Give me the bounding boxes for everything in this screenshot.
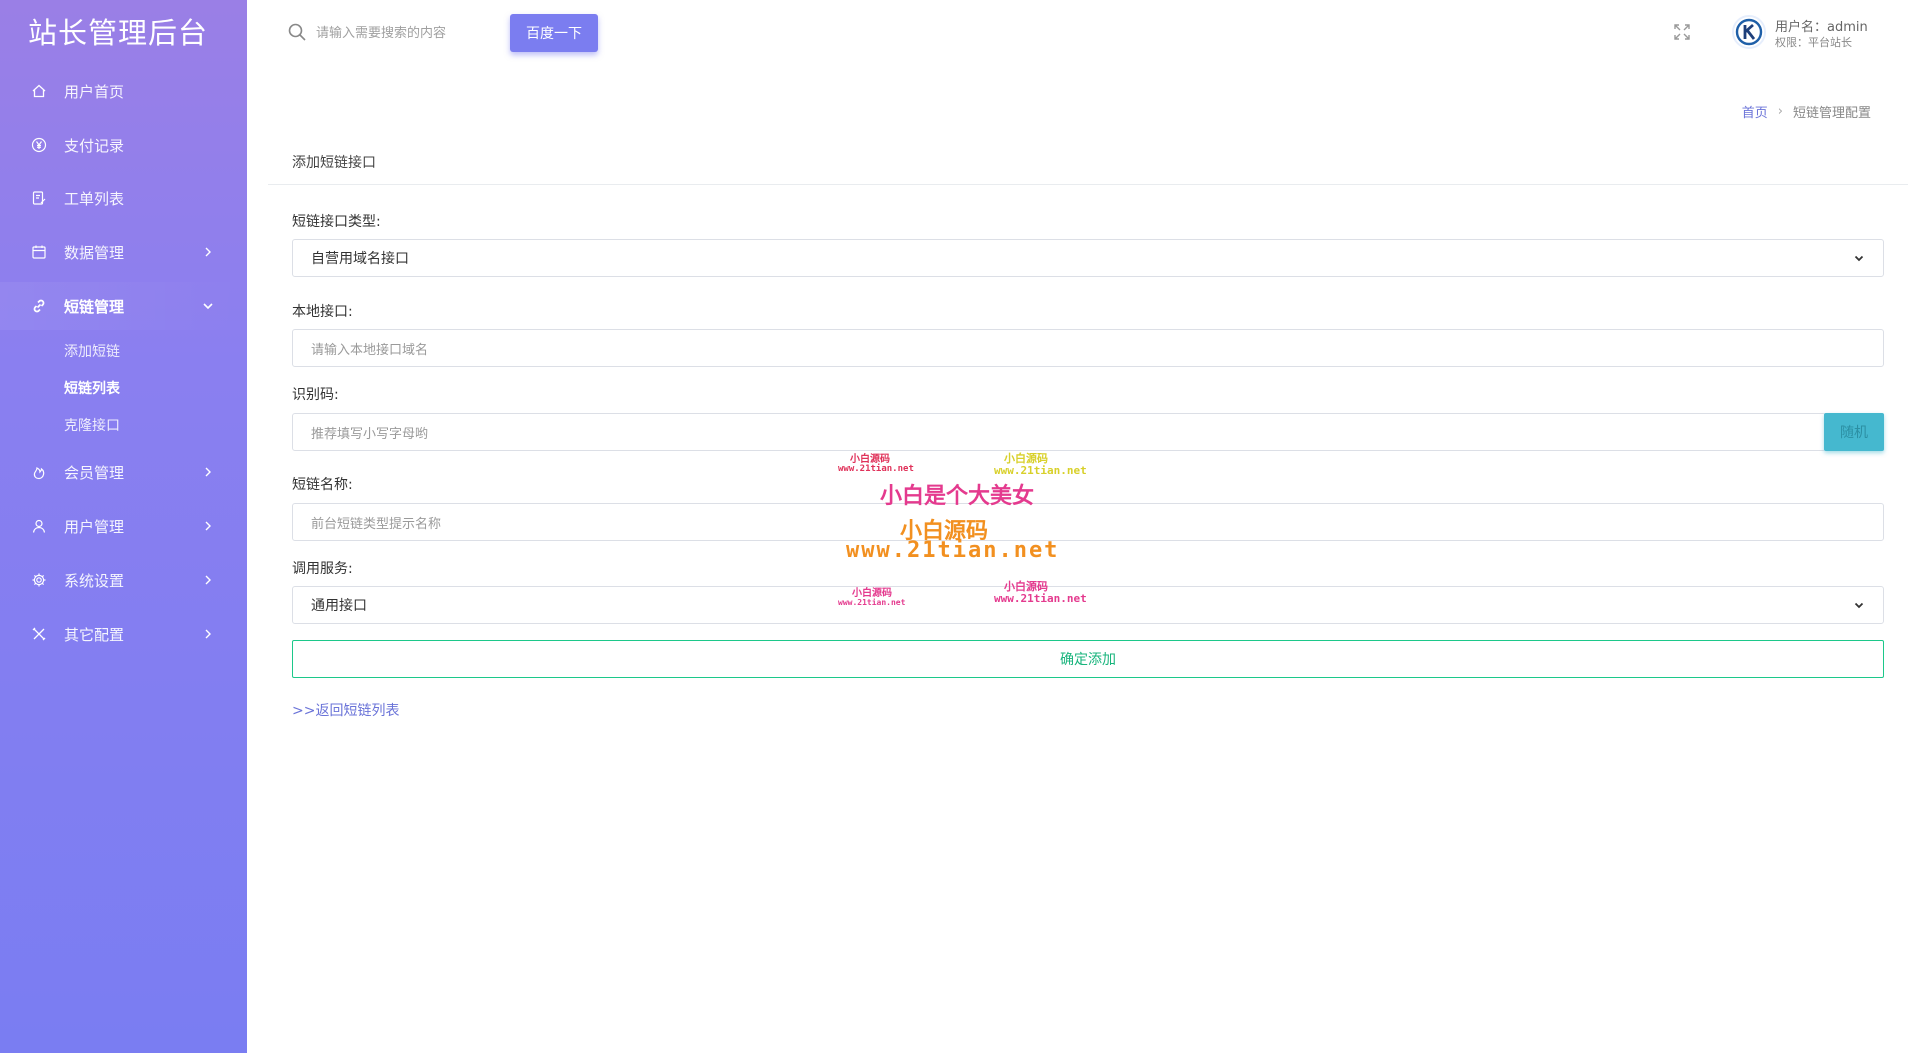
- breadcrumb-current: 短链管理配置: [1792, 106, 1871, 121]
- gear-icon: [30, 571, 48, 589]
- code-label: 识别码:: [292, 387, 339, 403]
- sidebar-subitem-shortlink-list[interactable]: 短链列表: [64, 378, 120, 398]
- calendar-icon: [30, 243, 48, 261]
- sidebar-item-label: 数据管理: [64, 243, 125, 262]
- type-select-value: 自营用域名接口: [311, 251, 409, 267]
- user-name: 用户名：admin: [1775, 20, 1868, 35]
- code-input[interactable]: 推荐填写小写字母哟: [292, 413, 1826, 451]
- watermark-small-url: www.21tian.net: [838, 464, 914, 474]
- sidebar-item-data[interactable]: 数据管理: [0, 228, 247, 276]
- avatar[interactable]: [1732, 15, 1766, 49]
- link-icon: [30, 297, 48, 315]
- user-icon: [30, 517, 48, 535]
- fire-icon: [30, 463, 48, 481]
- chevron-right-icon: [205, 247, 211, 257]
- service-select[interactable]: 通用接口: [292, 586, 1884, 624]
- sidebar-item-label: 用户管理: [64, 517, 125, 536]
- chevron-right-icon: [205, 521, 211, 531]
- chevron-right-icon: [205, 575, 211, 585]
- sidebar-item-label: 其它配置: [64, 625, 125, 644]
- search-button[interactable]: 百度一下: [510, 14, 598, 52]
- breadcrumb-separator: ›: [1777, 104, 1783, 119]
- chevron-down-icon: [203, 303, 213, 310]
- sidebar-item-shortlink[interactable]: 短链管理: [0, 282, 247, 330]
- sidebar-item-other-config[interactable]: 其它配置: [0, 610, 247, 658]
- local-input[interactable]: 请输入本地接口域名: [292, 329, 1884, 367]
- sidebar: 站长管理后台 用户首页 支付记录 工单列表 数据管理 短链管理 添加短链 短链列…: [0, 0, 247, 1053]
- type-select[interactable]: 自营用域名接口: [292, 239, 1884, 277]
- watermark-small-url: www.21tian.net: [838, 598, 906, 607]
- sidebar-item-label: 会员管理: [64, 463, 125, 482]
- sidebar-item-label: 短链管理: [64, 297, 125, 316]
- sidebar-item-label: 工单列表: [64, 189, 125, 208]
- watermark-small-url: www.21tian.net: [994, 592, 1087, 605]
- sidebar-item-label: 用户首页: [64, 82, 125, 101]
- sidebar-item-label: 系统设置: [64, 571, 125, 590]
- chevron-right-icon: [205, 467, 211, 477]
- sidebar-item-payments[interactable]: 支付记录: [0, 121, 247, 169]
- chevron-down-icon: [1854, 255, 1864, 262]
- sidebar-subitem-add-shortlink[interactable]: 添加短链: [64, 341, 120, 361]
- sidebar-item-users[interactable]: 用户管理: [0, 502, 247, 550]
- card-title: 添加短链接口: [292, 155, 376, 171]
- tools-icon: [30, 625, 48, 643]
- breadcrumb-home[interactable]: 首页: [1742, 102, 1768, 121]
- sidebar-subitem-clone-api[interactable]: 克隆接口: [64, 415, 120, 435]
- sidebar-item-home[interactable]: 用户首页: [0, 67, 247, 115]
- sidebar-item-members[interactable]: 会员管理: [0, 448, 247, 496]
- sidebar-item-label: 支付记录: [64, 136, 125, 155]
- submit-button[interactable]: 确定添加: [292, 640, 1884, 678]
- name-input[interactable]: 前台短链类型提示名称: [292, 503, 1884, 541]
- back-to-list-link[interactable]: >>返回短链列表: [292, 700, 399, 720]
- search-icon: [288, 23, 306, 41]
- yen-icon: [30, 136, 48, 154]
- watermark-small-brand: 小白源码: [852, 588, 892, 599]
- sidebar-item-tickets[interactable]: 工单列表: [0, 174, 247, 222]
- service-select-value: 通用接口: [311, 598, 367, 614]
- home-icon: [30, 82, 48, 100]
- ticket-icon: [30, 189, 48, 207]
- watermark-big-text: 小白是个大美女: [880, 484, 1035, 509]
- random-button[interactable]: 随机: [1824, 413, 1884, 451]
- user-role: 权限：平台站长: [1775, 36, 1852, 49]
- search-input[interactable]: [316, 20, 496, 46]
- fullscreen-icon[interactable]: [1672, 22, 1692, 42]
- local-label: 本地接口:: [292, 304, 353, 320]
- watermark-big-url: www.21tian.net: [846, 538, 1060, 563]
- sidebar-item-settings[interactable]: 系统设置: [0, 556, 247, 604]
- type-label: 短链接口类型:: [292, 214, 381, 230]
- service-label: 调用服务:: [292, 561, 353, 577]
- topbar: [247, 0, 1915, 66]
- breadcrumb: 首页 › 短链管理配置: [1742, 102, 1871, 121]
- watermark-small-brand: 小白源码: [850, 454, 890, 465]
- brand-title: 站长管理后台: [28, 16, 209, 50]
- divider: [268, 184, 1908, 185]
- chevron-down-icon: [1854, 602, 1864, 609]
- watermark-small-url: www.21tian.net: [994, 464, 1087, 477]
- name-label: 短链名称:: [292, 477, 353, 493]
- chevron-right-icon: [205, 629, 211, 639]
- avatar-logo-icon: [1735, 18, 1763, 46]
